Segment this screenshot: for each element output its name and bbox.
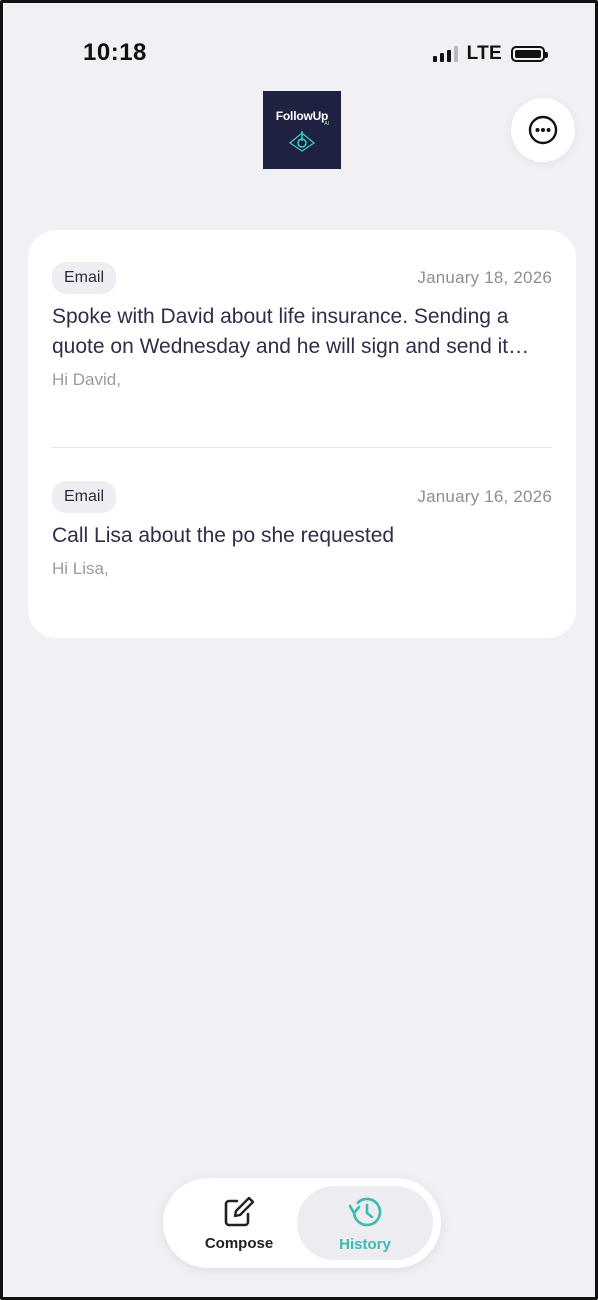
compose-icon bbox=[224, 1196, 255, 1226]
more-button[interactable] bbox=[511, 98, 575, 162]
tab-history-label: History bbox=[339, 1235, 391, 1253]
type-badge: Email bbox=[52, 262, 117, 294]
item-preview: Hi Lisa, bbox=[52, 559, 109, 578]
app-screen: 10:18 LTE FollowUp AI Email January 18, … bbox=[0, 0, 598, 1300]
logo-subtext: AI bbox=[324, 121, 329, 127]
history-list: Email January 18, 2026 Spoke with David … bbox=[28, 230, 576, 638]
type-badge: Email bbox=[52, 481, 117, 513]
network-label: LTE bbox=[466, 43, 502, 64]
logo-text: FollowUp bbox=[275, 109, 329, 123]
logo-mark-icon bbox=[288, 131, 316, 152]
battery-icon bbox=[511, 46, 548, 62]
status-time: 10:18 bbox=[83, 39, 147, 66]
item-date: January 16, 2026 bbox=[417, 487, 552, 506]
tab-compose-label: Compose bbox=[204, 1234, 274, 1252]
history-item[interactable]: Email January 18, 2026 Spoke with David … bbox=[52, 262, 552, 390]
status-indicators: LTE bbox=[432, 43, 548, 65]
item-preview: Hi David, bbox=[52, 370, 121, 389]
bottom-tab-bar: Compose History bbox=[163, 1178, 441, 1268]
tab-compose[interactable]: Compose bbox=[171, 1186, 307, 1260]
item-subject: Call Lisa about the po she requested bbox=[52, 524, 395, 547]
signal-icon bbox=[432, 46, 458, 62]
tab-history[interactable]: History bbox=[297, 1186, 433, 1260]
history-item[interactable]: Email January 16, 2026 Call Lisa about t… bbox=[52, 481, 552, 579]
divider bbox=[52, 447, 552, 448]
more-horizontal-icon bbox=[528, 115, 558, 145]
history-icon bbox=[348, 1197, 382, 1226]
item-date: January 18, 2026 bbox=[417, 268, 552, 287]
item-subject: Spoke with David about life insurance. S… bbox=[52, 305, 509, 358]
app-logo: FollowUp AI bbox=[263, 91, 341, 169]
